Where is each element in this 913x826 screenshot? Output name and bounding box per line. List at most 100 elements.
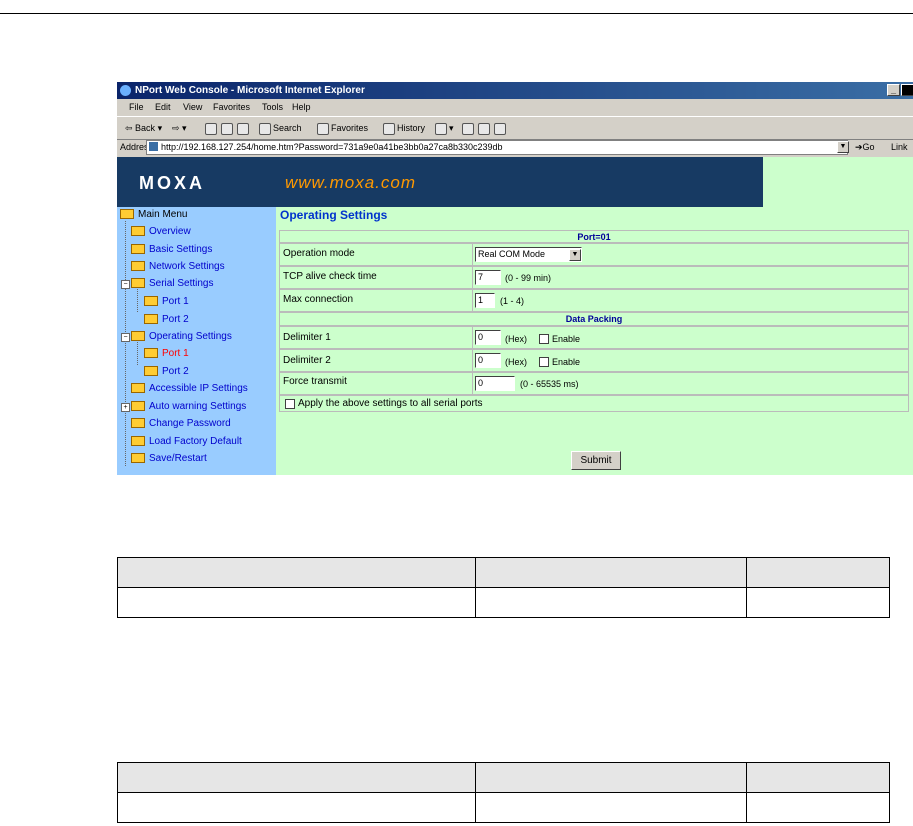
menu-tools[interactable]: Tools [262,99,283,115]
favorites-icon [317,122,329,135]
moxa-url[interactable]: www.moxa.com [285,173,416,193]
favorites-button[interactable]: Favorites [317,122,368,135]
expand-icon[interactable]: + [121,403,130,412]
go-button[interactable]: ➔Go [855,138,875,156]
minimize-button[interactable]: _ [887,84,900,96]
window-titlebar: NPort Web Console - Microsoft Internet E… [117,82,913,99]
mail-icon[interactable]: ▾ [435,122,454,135]
sidebar-item-save-restart[interactable]: Save/Restart [131,452,207,466]
tcp-alive-value: 7 [478,272,484,282]
folder-icon [131,418,145,429]
table-header-cell [117,557,476,588]
collapse-icon[interactable]: − [121,333,130,342]
folder-icon [144,296,158,307]
sidebar-item-main-menu[interactable]: Main Menu [120,208,187,222]
address-url: http://192.168.127.254/home.htm?Password… [161,142,503,152]
sidebar-item-operating-settings[interactable]: Operating Settings [131,330,232,344]
sidebar-item-serial-settings[interactable]: Serial Settings [131,277,213,291]
menu-file[interactable]: File [129,99,144,115]
submit-button[interactable]: Submit [571,451,621,470]
sidebar-item-operating-port-1[interactable]: Port 1 [144,347,189,361]
sidebar-item-accessible-ip[interactable]: Accessible IP Settings [131,382,248,396]
delimiter1-input[interactable]: 0 [475,330,501,345]
row-divider [472,327,473,348]
history-icon [383,122,395,135]
print-icon[interactable] [462,122,476,135]
sidebar-item-label: Basic Settings [149,244,213,255]
delimiter1-label: Delimiter 1 [283,332,331,343]
window-control-button[interactable] [901,84,913,96]
chevron-down-icon[interactable]: ▼ [569,249,581,261]
sidebar-item-label: Network Settings [149,261,225,272]
delimiter2-label: Delimiter 2 [283,355,331,366]
delimiter2-input[interactable]: 0 [475,353,501,368]
sidebar-item-auto-warning[interactable]: Auto warning Settings [131,400,246,414]
table-header-row [117,557,890,588]
page-title: Operating Settings [280,208,388,222]
row-divider [472,290,473,311]
delimiter2-enable-label: Enable [552,357,581,367]
tcp-alive-input[interactable]: 7 [475,270,501,285]
max-connection-input[interactable]: 1 [475,293,495,308]
delimiter1-enable-checkbox[interactable] [539,334,549,344]
menu-favorites[interactable]: Favorites [213,99,250,115]
table-header-cell [474,762,748,793]
port-header-text: Port=01 [577,232,611,242]
force-transmit-input[interactable]: 0 [475,376,515,391]
table-header-cell [474,557,748,588]
delimiter1-row: Delimiter 1 0 (Hex) Enable [279,326,909,349]
forward-button[interactable]: ⇨ ▾ [172,122,187,134]
address-input[interactable]: http://192.168.127.254/home.htm?Password… [146,140,848,155]
sidebar-item-label: Port 1 [162,296,189,307]
sidebar-item-label: Overview [149,226,191,237]
search-button[interactable]: Search [259,122,302,135]
tcp-alive-label: TCP alive check time [283,271,377,282]
sidebar-item-change-password[interactable]: Change Password [131,417,231,431]
sidebar-menu: Main Menu Overview Basic Settings Networ… [117,207,276,475]
folder-icon [131,401,145,412]
parameter-table-1 [117,557,890,618]
discuss-icon[interactable] [494,122,508,135]
menu-view[interactable]: View [183,99,202,115]
folder-open-icon [120,209,134,220]
history-button[interactable]: History [383,122,425,135]
sidebar-item-label: Port 1 [162,348,189,359]
apply-all-row: Apply the above settings to all serial p… [279,395,909,412]
sidebar-item-basic-settings[interactable]: Basic Settings [131,243,212,257]
links-button[interactable]: Link [891,138,908,156]
data-packing-header: Data Packing [279,312,909,326]
folder-icon [131,383,145,394]
page-header-rule [0,13,913,14]
home-icon[interactable] [237,122,251,135]
tcp-alive-unit: (0 - 99 min) [505,273,552,283]
sidebar-item-serial-port-1[interactable]: Port 1 [144,295,189,309]
menu-edit[interactable]: Edit [155,99,171,115]
table-cell [474,792,748,823]
ie-logo-icon [120,85,131,96]
window-title: NPort Web Console - Microsoft Internet E… [135,85,365,96]
collapse-icon[interactable]: − [121,280,130,289]
max-connection-value: 1 [478,295,484,305]
table-cell [746,792,890,823]
sidebar-item-overview[interactable]: Overview [131,225,191,239]
operation-mode-value: Real COM Mode [478,249,546,259]
folder-icon [131,226,145,237]
table-header-cell [117,762,476,793]
back-button[interactable]: ⇦ Back ▾ [125,122,162,134]
address-dropdown-button[interactable]: ▼ [837,141,849,153]
sidebar-item-operating-port-2[interactable]: Port 2 [144,365,189,379]
menu-help[interactable]: Help [292,99,311,115]
force-transmit-row: Force transmit 0 (0 - 65535 ms) [279,372,909,395]
delimiter2-enable-checkbox[interactable] [539,357,549,367]
sidebar-item-load-factory-default[interactable]: Load Factory Default [131,435,242,449]
stop-icon[interactable] [205,122,219,135]
folder-icon [131,436,145,447]
operation-mode-label: Operation mode [283,248,355,259]
sidebar-item-serial-port-2[interactable]: Port 2 [144,313,189,327]
sidebar-item-network-settings[interactable]: Network Settings [131,260,225,274]
table-cell [117,792,476,823]
edit-icon[interactable] [478,122,492,135]
refresh-icon[interactable] [221,122,235,135]
apply-all-checkbox[interactable] [285,399,295,409]
operation-mode-select[interactable]: Real COM Mode [475,247,582,262]
